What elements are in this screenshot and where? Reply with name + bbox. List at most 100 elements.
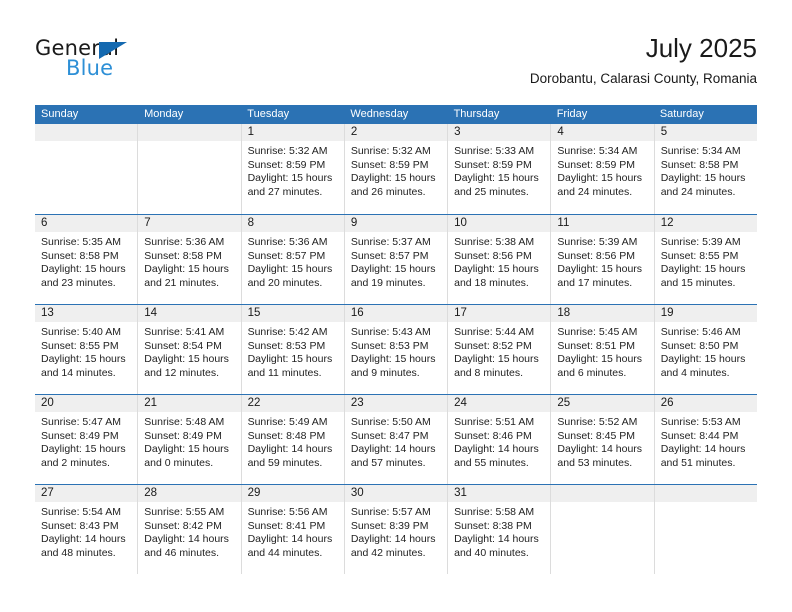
daylight-text-line1: Daylight: 15 hours: [247, 353, 333, 366]
day-number: 18: [551, 305, 654, 322]
day-cell[interactable]: 1 Sunrise: 5:32 AM Sunset: 8:59 PM Daylight…: [241, 124, 345, 214]
sunrise-text: Sunrise: 5:48 AM: [144, 416, 225, 428]
daylight-text-line2: and 51 minutes.: [660, 456, 736, 469]
general-blue-logo[interactable]: General Blue: [35, 36, 255, 90]
day-cell[interactable]: 29 Sunrise: 5:56 AM Sunset: 8:41 PM Dayligh…: [241, 485, 345, 574]
day-cell[interactable]: 21 Sunrise: 5:48 AM Sunset: 8:49 PM Dayligh…: [138, 395, 242, 484]
day-sun-info: Sunrise: 5:33 AM Sunset: 8:59 PM Daylight:…: [448, 141, 550, 199]
day-cell[interactable]: 2 Sunrise: 5:32 AM Sunset: 8:59 PM Daylight…: [344, 124, 449, 214]
daylight-text-line2: and 11 minutes.: [247, 366, 322, 379]
sunset-text: Sunset: 8:59 PM: [247, 158, 326, 171]
day-number: 27: [35, 485, 138, 502]
sunset-text: Sunset: 8:43 PM: [41, 519, 119, 532]
daylight-text-line2: and 24 minutes.: [557, 185, 633, 198]
sunrise-text: Sunrise: 5:45 AM: [557, 326, 638, 338]
day-cell[interactable]: 16 Sunrise: 5:43 AM Sunset: 8:53 PM Dayligh…: [344, 305, 449, 394]
daylight-text-line2: and 12 minutes.: [144, 366, 219, 379]
sunrise-text: Sunrise: 5:36 AM: [144, 236, 225, 248]
daylight-text-line2: and 53 minutes.: [557, 456, 633, 469]
day-cell[interactable]: 10 Sunrise: 5:38 AM Sunset: 8:56 PM Dayligh…: [448, 215, 552, 304]
sunrise-text: Sunrise: 5:53 AM: [660, 416, 741, 428]
day-cell[interactable]: 27 Sunrise: 5:54 AM Sunset: 8:43 PM Dayligh…: [35, 485, 139, 574]
title-block: July 2025 Dorobantu, Calarasi County, Ro…: [530, 32, 757, 90]
day-sun-info: Sunrise: 5:43 AM Sunset: 8:53 PM Daylight:…: [345, 322, 447, 380]
day-sun-info: Sunrise: 5:50 AM Sunset: 8:47 PM Daylight:…: [345, 412, 447, 470]
sunset-text: Sunset: 8:53 PM: [350, 339, 429, 352]
daylight-text-line1: Daylight: 14 hours: [144, 533, 229, 546]
day-cell[interactable]: 4 Sunrise: 5:34 AM Sunset: 8:59 PM Daylight…: [551, 124, 655, 214]
daylight-text-line1: Daylight: 15 hours: [454, 353, 539, 366]
daylight-text-line2: and 44 minutes.: [247, 546, 323, 559]
day-cell[interactable]: 17 Sunrise: 5:44 AM Sunset: 8:52 PM Dayligh…: [448, 305, 552, 394]
day-sun-info: Sunrise: 5:56 AM Sunset: 8:41 PM Daylight:…: [242, 502, 344, 560]
day-cell[interactable]: 11 Sunrise: 5:39 AM Sunset: 8:56 PM Dayligh…: [551, 215, 655, 304]
weekday-header-thursday: Thursday: [453, 108, 500, 120]
sunset-text: Sunset: 8:49 PM: [144, 429, 222, 442]
day-cell[interactable]: 19 Sunrise: 5:46 AM Sunset: 8:50 PM Dayligh…: [654, 305, 757, 394]
sunrise-text: Sunrise: 5:36 AM: [247, 236, 328, 248]
sunrise-text: Sunrise: 5:51 AM: [454, 416, 535, 428]
day-sun-info: Sunrise: 5:34 AM Sunset: 8:58 PM Daylight:…: [655, 141, 757, 199]
day-number: 25: [551, 395, 654, 412]
day-number: 1: [241, 124, 344, 141]
day-cell-empty: [551, 485, 655, 574]
day-cell[interactable]: 26 Sunrise: 5:53 AM Sunset: 8:44 PM Dayligh…: [654, 395, 757, 484]
day-sun-info: Sunrise: 5:37 AM Sunset: 8:57 PM Daylight:…: [345, 232, 447, 290]
day-cell[interactable]: 22 Sunrise: 5:49 AM Sunset: 8:48 PM Dayligh…: [241, 395, 345, 484]
day-cell[interactable]: 7 Sunrise: 5:36 AM Sunset: 8:58 PM Daylight…: [138, 215, 242, 304]
day-sun-info: Sunrise: 5:39 AM Sunset: 8:56 PM Daylight:…: [551, 232, 653, 290]
weekday-header-wednesday: Wednesday: [350, 108, 409, 120]
day-cell[interactable]: 20 Sunrise: 5:47 AM Sunset: 8:49 PM Dayligh…: [35, 395, 139, 484]
day-number: 6: [35, 215, 138, 232]
week-row: 27 Sunrise: 5:54 AM Sunset: 8:43 PM Dayligh…: [35, 484, 757, 574]
day-sun-info: Sunrise: 5:32 AM Sunset: 8:59 PM Daylight:…: [345, 141, 447, 199]
day-cell[interactable]: 24 Sunrise: 5:51 AM Sunset: 8:46 PM Dayligh…: [448, 395, 552, 484]
day-number: 16: [344, 305, 448, 322]
daylight-text-line1: Daylight: 15 hours: [247, 263, 333, 276]
day-cell[interactable]: 13 Sunrise: 5:40 AM Sunset: 8:55 PM Dayligh…: [35, 305, 139, 394]
sunset-text: Sunset: 8:38 PM: [454, 519, 532, 532]
sunrise-text: Sunrise: 5:39 AM: [557, 236, 638, 248]
sunset-text: Sunset: 8:58 PM: [660, 158, 739, 171]
day-cell[interactable]: 5 Sunrise: 5:34 AM Sunset: 8:58 PM Daylight…: [654, 124, 757, 214]
day-cell[interactable]: 31 Sunrise: 5:58 AM Sunset: 8:38 PM Dayligh…: [448, 485, 552, 574]
weekday-header-tuesday: Tuesday: [247, 108, 290, 120]
day-number: 2: [344, 124, 448, 141]
day-sun-info: Sunrise: 5:46 AM Sunset: 8:50 PM Daylight:…: [655, 322, 757, 380]
day-cell[interactable]: 8 Sunrise: 5:36 AM Sunset: 8:57 PM Daylight…: [241, 215, 345, 304]
day-cell[interactable]: 28 Sunrise: 5:55 AM Sunset: 8:42 PM Dayligh…: [138, 485, 242, 574]
daylight-text-line2: and 18 minutes.: [454, 276, 529, 289]
daylight-text-line2: and 14 minutes.: [41, 366, 116, 379]
sunset-text: Sunset: 8:55 PM: [41, 339, 119, 352]
day-cell[interactable]: 14 Sunrise: 5:41 AM Sunset: 8:54 PM Dayligh…: [138, 305, 242, 394]
sunset-text: Sunset: 8:42 PM: [144, 519, 222, 532]
day-cell[interactable]: 6 Sunrise: 5:35 AM Sunset: 8:58 PM Daylight…: [35, 215, 139, 304]
daylight-text-line1: Daylight: 15 hours: [41, 263, 126, 276]
daylight-text-line2: and 17 minutes.: [557, 276, 633, 289]
sunrise-text: Sunrise: 5:49 AM: [247, 416, 328, 428]
day-number: 3: [448, 124, 551, 141]
day-sun-info: Sunrise: 5:49 AM Sunset: 8:48 PM Daylight:…: [242, 412, 344, 470]
day-cell[interactable]: 30 Sunrise: 5:57 AM Sunset: 8:39 PM Dayligh…: [344, 485, 449, 574]
day-cell[interactable]: 23 Sunrise: 5:50 AM Sunset: 8:47 PM Dayligh…: [344, 395, 449, 484]
sunrise-text: Sunrise: 5:43 AM: [350, 326, 431, 338]
sunset-text: Sunset: 8:48 PM: [247, 429, 326, 442]
weekday-header-sunday: Sunday: [41, 108, 79, 120]
day-cell[interactable]: 18 Sunrise: 5:45 AM Sunset: 8:51 PM Dayligh…: [551, 305, 655, 394]
sunset-text: Sunset: 8:57 PM: [247, 249, 326, 262]
daylight-text-line2: and 0 minutes.: [144, 456, 214, 469]
daylight-text-line2: and 2 minutes.: [41, 456, 110, 469]
day-cell[interactable]: 15 Sunrise: 5:42 AM Sunset: 8:53 PM Dayligh…: [241, 305, 345, 394]
weekday-header-row: Sunday Monday Tuesday Wednesday Thursday Frid…: [35, 105, 757, 124]
day-sun-info: Sunrise: 5:36 AM Sunset: 8:57 PM Daylight:…: [242, 232, 344, 290]
day-cell[interactable]: 3 Sunrise: 5:33 AM Sunset: 8:59 PM Daylight…: [448, 124, 552, 214]
day-number: 22: [241, 395, 344, 412]
sunset-text: Sunset: 8:54 PM: [144, 339, 222, 352]
day-number: [138, 124, 241, 141]
daylight-text-line1: Daylight: 15 hours: [350, 172, 436, 185]
day-cell[interactable]: 9 Sunrise: 5:37 AM Sunset: 8:57 PM Daylight…: [344, 215, 449, 304]
day-cell[interactable]: 12 Sunrise: 5:39 AM Sunset: 8:55 PM Dayligh…: [654, 215, 757, 304]
daylight-text-line1: Daylight: 15 hours: [144, 263, 229, 276]
day-number: 31: [448, 485, 551, 502]
day-cell[interactable]: 25 Sunrise: 5:52 AM Sunset: 8:45 PM Dayligh…: [551, 395, 655, 484]
